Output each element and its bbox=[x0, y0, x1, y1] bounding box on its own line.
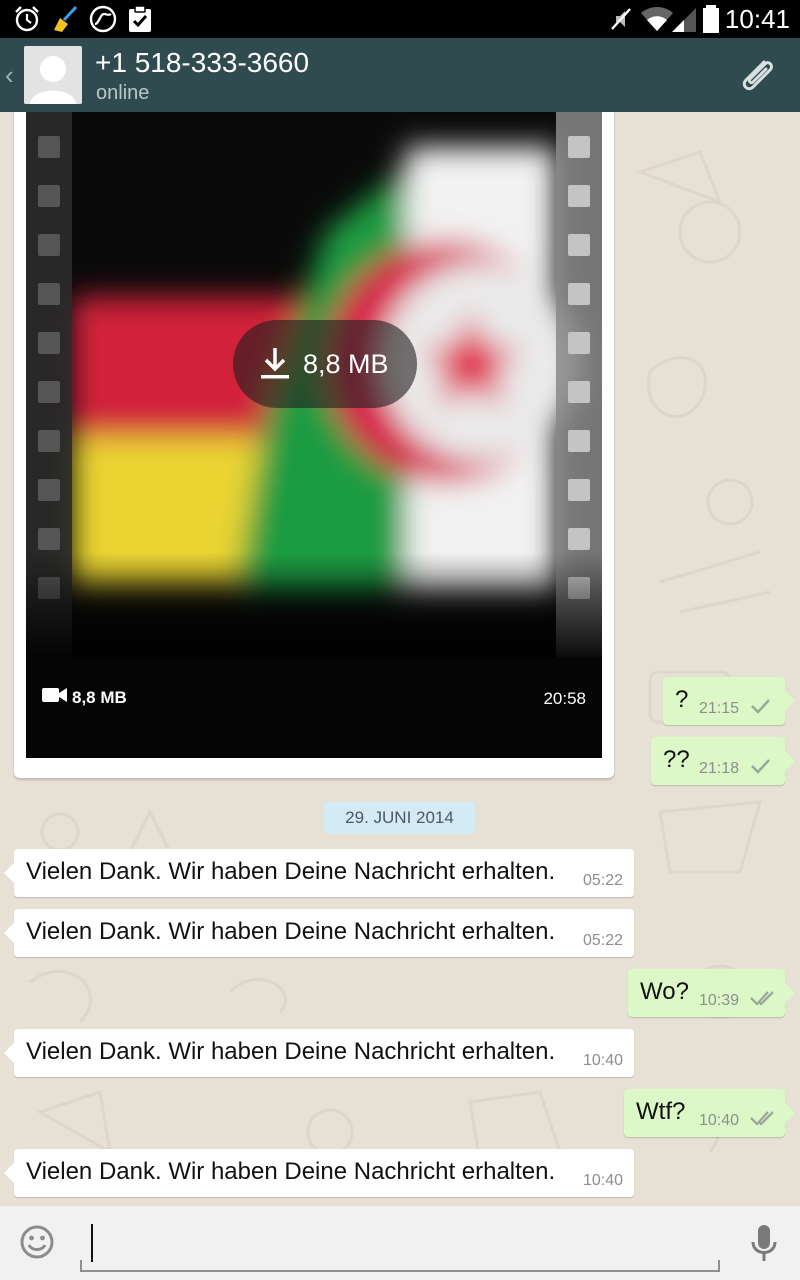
message-text: Vielen Dank. Wir haben Deine Nachricht e… bbox=[26, 1038, 556, 1065]
video-size: 8,8 MB bbox=[72, 688, 127, 707]
composer-bar bbox=[0, 1206, 800, 1280]
message-list[interactable]: 8,8 MB 8,8 MB 20:58 ? 21:15 ?? 21:18 29.… bbox=[0, 112, 800, 1206]
message-time: 10:39 bbox=[699, 992, 740, 1009]
battery-icon bbox=[703, 5, 719, 33]
download-button[interactable]: 8,8 MB bbox=[233, 320, 417, 408]
delivered-double-check-icon bbox=[750, 1111, 774, 1126]
message-bubble-outgoing[interactable]: Wo? 10:39 bbox=[628, 969, 795, 1017]
download-icon bbox=[261, 348, 289, 379]
back-icon[interactable]: ‹ bbox=[5, 60, 14, 90]
message-time: 10:40 bbox=[583, 1052, 624, 1069]
avatar[interactable] bbox=[24, 46, 82, 104]
message-text: Vielen Dank. Wir haben Deine Nachricht e… bbox=[26, 918, 556, 945]
default-avatar-icon bbox=[24, 46, 82, 104]
message-time: 10:40 bbox=[583, 1172, 624, 1189]
message-time: 05:22 bbox=[583, 872, 624, 889]
message-time: 05:22 bbox=[583, 932, 624, 949]
wifi-icon bbox=[641, 7, 673, 31]
text-caret bbox=[91, 1224, 93, 1262]
video-message[interactable]: 8,8 MB 8,8 MB 20:58 bbox=[14, 112, 614, 778]
delivered-double-check-icon bbox=[750, 991, 774, 1006]
message-time: 21:15 bbox=[699, 700, 740, 717]
message-bubble-outgoing[interactable]: ? 21:15 bbox=[663, 677, 795, 725]
video-time: 20:58 bbox=[543, 689, 586, 708]
video-camera-icon bbox=[42, 688, 67, 702]
sent-check-icon bbox=[751, 699, 770, 714]
mute-icon bbox=[611, 8, 631, 30]
message-time: 21:18 bbox=[699, 760, 740, 777]
status-clock: 10:41 bbox=[724, 4, 790, 34]
clipboard-check-icon bbox=[129, 5, 151, 32]
status-bar: 10:41 bbox=[0, 0, 800, 38]
download-size-label: 8,8 MB bbox=[303, 349, 389, 379]
contact-name[interactable]: +1 518-333-3660 bbox=[95, 46, 309, 80]
message-input[interactable] bbox=[80, 1220, 720, 1272]
message-text: Wtf? bbox=[636, 1098, 686, 1125]
sync-icon bbox=[89, 5, 117, 33]
message-bubble-incoming[interactable]: Vielen Dank. Wir haben Deine Nachricht e… bbox=[4, 909, 634, 957]
video-thumbnail[interactable]: 8,8 MB bbox=[26, 112, 602, 657]
microphone-icon[interactable] bbox=[750, 1224, 778, 1264]
message-bubble-incoming[interactable]: Vielen Dank. Wir haben Deine Nachricht e… bbox=[4, 1149, 634, 1197]
smiley-icon[interactable] bbox=[19, 1224, 55, 1260]
sent-check-icon bbox=[751, 759, 770, 774]
chat-header: ‹ +1 518-333-3660 online bbox=[0, 38, 800, 112]
paperclip-icon[interactable] bbox=[734, 52, 782, 100]
message-time: 10:40 bbox=[699, 1112, 740, 1129]
message-bubble-incoming[interactable]: Vielen Dank. Wir haben Deine Nachricht e… bbox=[4, 849, 634, 897]
contact-status: online bbox=[96, 82, 150, 104]
message-bubble-incoming[interactable]: Vielen Dank. Wir haben Deine Nachricht e… bbox=[4, 1029, 634, 1077]
message-text: Wo? bbox=[640, 978, 689, 1005]
message-text: ?? bbox=[663, 746, 690, 773]
message-text: Vielen Dank. Wir haben Deine Nachricht e… bbox=[26, 858, 556, 885]
message-bubble-outgoing[interactable]: Wtf? 10:40 bbox=[624, 1089, 795, 1137]
date-divider: 29. JUNI 2014 bbox=[324, 802, 475, 834]
alarm-icon bbox=[15, 6, 39, 32]
video-info-bar: 8,8 MB 20:58 bbox=[26, 657, 602, 758]
signal-icon bbox=[672, 8, 696, 32]
message-bubble-outgoing[interactable]: ?? 21:18 bbox=[651, 737, 795, 785]
broom-icon bbox=[54, 5, 78, 32]
message-text: ? bbox=[675, 686, 689, 713]
message-text: Vielen Dank. Wir haben Deine Nachricht e… bbox=[26, 1158, 556, 1185]
